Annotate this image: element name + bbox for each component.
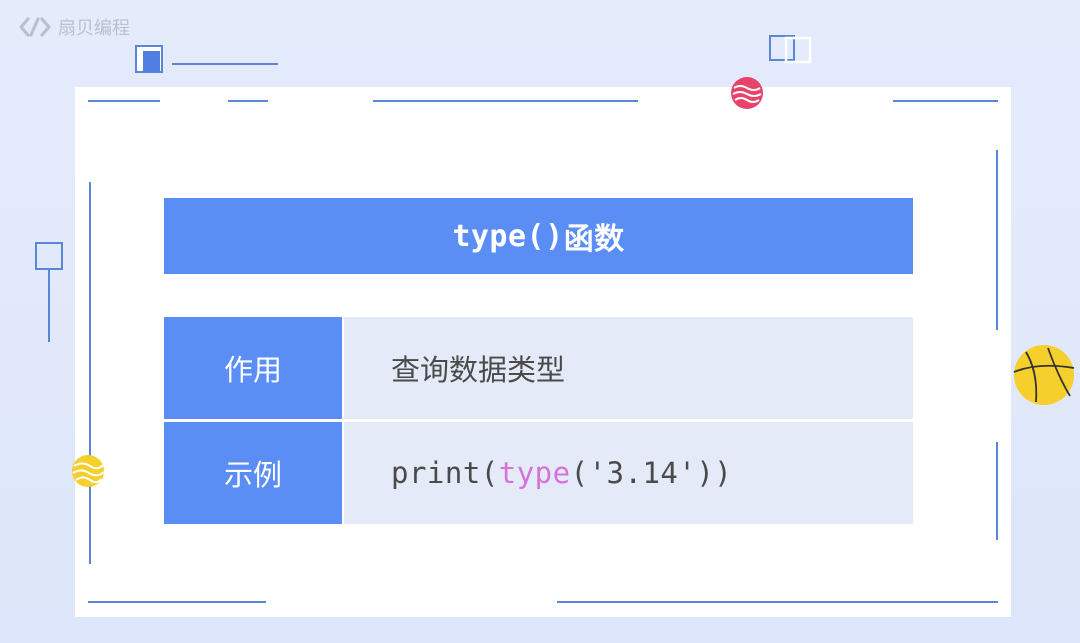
border-line-bottom-2 bbox=[557, 601, 998, 603]
code-brackets-icon bbox=[19, 17, 51, 37]
title-cn: 函数 bbox=[563, 222, 625, 257]
border-line-top-2 bbox=[228, 100, 268, 102]
row-value: 查询数据类型 bbox=[344, 317, 913, 419]
square-pin-icon bbox=[35, 242, 63, 342]
table-row: 示例 print(type ('3.14')) bbox=[164, 422, 913, 524]
border-line-right-1 bbox=[996, 150, 998, 330]
title-code: type() bbox=[452, 218, 564, 254]
border-line-bottom-1 bbox=[88, 601, 266, 603]
double-square-icon bbox=[769, 35, 812, 64]
border-line-left bbox=[89, 182, 91, 564]
border-line-top-1 bbox=[88, 100, 160, 102]
brand-name: 扇贝编程 bbox=[58, 18, 130, 39]
yellow-ball-icon bbox=[72, 455, 105, 487]
row-label: 作用 bbox=[164, 317, 342, 419]
code-keyword: type bbox=[498, 456, 571, 490]
border-line-top-3 bbox=[373, 100, 638, 102]
code-suffix: ('3.14')) bbox=[570, 456, 733, 490]
table-row: 作用 查询数据类型 bbox=[164, 317, 913, 419]
basketball-icon bbox=[1013, 345, 1075, 405]
border-line-top-4 bbox=[893, 100, 998, 102]
square-outline-icon bbox=[135, 45, 278, 73]
brand-logo: 扇贝编程 bbox=[18, 14, 130, 40]
row-label: 示例 bbox=[164, 422, 342, 524]
code-example: print(type ('3.14')) bbox=[344, 422, 913, 524]
red-ball-icon bbox=[731, 77, 763, 109]
code-prefix: print( bbox=[391, 456, 499, 490]
section-title: type() 函数 bbox=[164, 198, 913, 274]
border-line-right-2 bbox=[996, 442, 998, 540]
